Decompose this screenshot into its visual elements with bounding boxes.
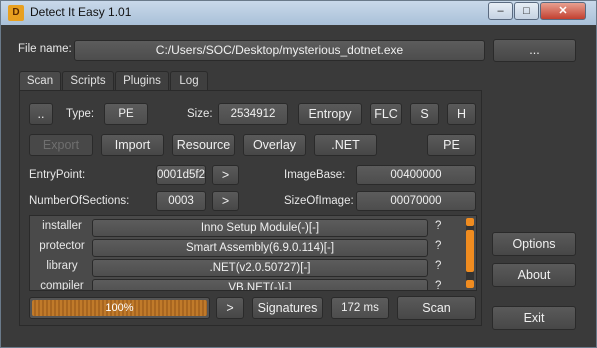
- minimize-button[interactable]: –: [488, 2, 513, 20]
- close-button[interactable]: ✕: [540, 2, 586, 20]
- scroll-thumb[interactable]: [466, 230, 474, 272]
- app-icon: D: [8, 5, 24, 21]
- entropy-button[interactable]: Entropy: [298, 103, 362, 125]
- list-item[interactable]: installer Inno Setup Module(-)[-] ?: [30, 218, 466, 238]
- file-path-field[interactable]: C:/Users/SOC/Desktop/mysterious_dotnet.e…: [74, 40, 485, 61]
- list-item[interactable]: compiler VB.NET(-)[-] ?: [30, 278, 466, 291]
- result-value: Smart Assembly(6.9.0.114)[-]: [92, 239, 428, 257]
- file-name-label: File name:: [18, 43, 72, 55]
- resource-button[interactable]: Resource: [172, 134, 235, 156]
- window-title: Detect It Easy 1.01: [30, 5, 132, 19]
- main-window: D Detect It Easy 1.01 – □ ✕ File name: C…: [0, 0, 597, 348]
- result-type: library: [46, 260, 78, 272]
- parent-dir-button[interactable]: ..: [29, 103, 53, 125]
- title-bar: D Detect It Easy 1.01 – □ ✕: [1, 1, 596, 25]
- scan-button[interactable]: Scan: [397, 296, 476, 320]
- signatures-button[interactable]: Signatures: [252, 297, 323, 319]
- export-button[interactable]: Export: [29, 134, 93, 156]
- result-value: Inno Setup Module(-)[-]: [92, 219, 428, 237]
- options-button[interactable]: Options: [492, 232, 576, 256]
- sizeofimage-field: 00070000: [356, 191, 476, 211]
- browse-button[interactable]: ...: [493, 39, 576, 62]
- imagebase-field: 00400000: [356, 165, 476, 185]
- list-item[interactable]: library .NET(v2.0.50727)[-] ?: [30, 258, 466, 278]
- sections-field: 0003: [156, 191, 206, 211]
- detection-results-list: installer Inno Setup Module(-)[-] ? prot…: [29, 215, 477, 291]
- result-type: installer: [42, 220, 82, 232]
- tab-plugins[interactable]: Plugins: [115, 71, 169, 91]
- tab-scan[interactable]: Scan: [19, 71, 61, 92]
- scroll-down-arrow-icon[interactable]: [466, 280, 474, 288]
- flc-button[interactable]: FLC: [370, 103, 402, 125]
- result-info-button[interactable]: ?: [435, 280, 441, 290]
- list-item[interactable]: protector Smart Assembly(6.9.0.114)[-] ?: [30, 238, 466, 258]
- scan-progress-bar: 100%: [29, 297, 210, 319]
- scan-time-field: 172 ms: [331, 297, 389, 319]
- pe-button[interactable]: PE: [427, 134, 476, 156]
- sections-go-button[interactable]: >: [212, 191, 239, 211]
- tab-log[interactable]: Log: [170, 71, 208, 91]
- size-label: Size:: [187, 108, 213, 120]
- about-button[interactable]: About: [492, 263, 576, 287]
- s-button[interactable]: S: [410, 103, 439, 125]
- result-info-button[interactable]: ?: [435, 220, 441, 232]
- overlay-button[interactable]: Overlay: [243, 134, 306, 156]
- type-field[interactable]: PE: [104, 103, 148, 125]
- tab-scripts[interactable]: Scripts: [62, 71, 114, 91]
- next-button[interactable]: >: [216, 297, 244, 319]
- sections-label: NumberOfSections:: [29, 195, 130, 207]
- exit-button[interactable]: Exit: [492, 306, 576, 330]
- maximize-button[interactable]: □: [514, 2, 539, 20]
- result-value: VB.NET(-)[-]: [92, 279, 428, 290]
- results-scrollbar[interactable]: [466, 218, 474, 288]
- scroll-up-arrow-icon[interactable]: [466, 218, 474, 226]
- entrypoint-go-button[interactable]: >: [212, 165, 239, 185]
- result-info-button[interactable]: ?: [435, 260, 441, 272]
- result-info-button[interactable]: ?: [435, 240, 441, 252]
- type-label: Type:: [66, 108, 95, 120]
- entrypoint-field: 0001d5f2: [156, 165, 206, 185]
- size-field: 2534912: [218, 103, 288, 125]
- result-type: compiler: [40, 280, 84, 291]
- result-value: .NET(v2.0.50727)[-]: [92, 259, 428, 277]
- sizeofimage-label: SizeOfImage:: [284, 195, 354, 207]
- import-button[interactable]: Import: [101, 134, 164, 156]
- h-button[interactable]: H: [447, 103, 476, 125]
- progress-text: 100%: [105, 302, 134, 314]
- result-type: protector: [39, 240, 85, 252]
- imagebase-label: ImageBase:: [284, 169, 346, 181]
- net-button[interactable]: .NET: [314, 134, 377, 156]
- entrypoint-label: EntryPoint:: [29, 169, 86, 181]
